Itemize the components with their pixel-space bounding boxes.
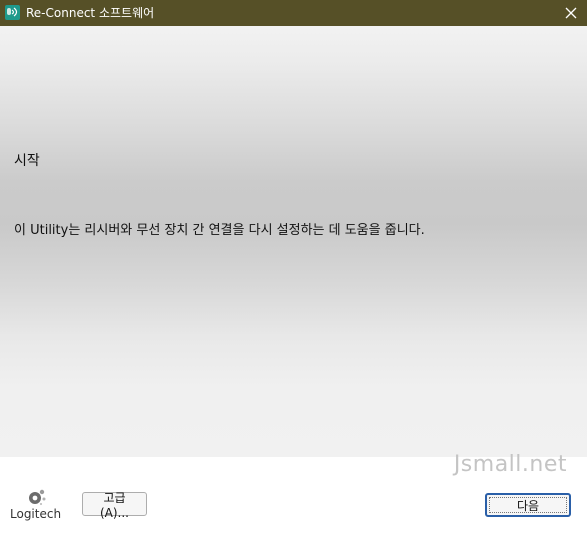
watermark-text: Jsmall.net — [453, 452, 567, 477]
advanced-button[interactable]: 고급(A)... — [82, 491, 147, 520]
next-button[interactable]: 다음 — [485, 493, 571, 517]
logitech-logo-text: Logitech — [10, 507, 62, 521]
title-bar: Re-Connect 소프트웨어 — [0, 0, 587, 26]
page-heading: 시작 — [14, 153, 40, 169]
logitech-logo-icon — [29, 489, 46, 506]
window-title: Re-Connect 소프트웨어 — [26, 6, 155, 20]
content-panel: 시작 이 Utility는 리시버와 무선 장치 간 연결을 다시 설정하는 데… — [0, 26, 587, 457]
page-description: 이 Utility는 리시버와 무선 장치 간 연결을 다시 설정하는 데 도움… — [14, 223, 425, 238]
logitech-logo: Logitech — [10, 488, 66, 524]
close-button[interactable] — [561, 3, 581, 23]
reconnect-app-icon — [5, 5, 20, 20]
close-icon — [565, 7, 577, 19]
